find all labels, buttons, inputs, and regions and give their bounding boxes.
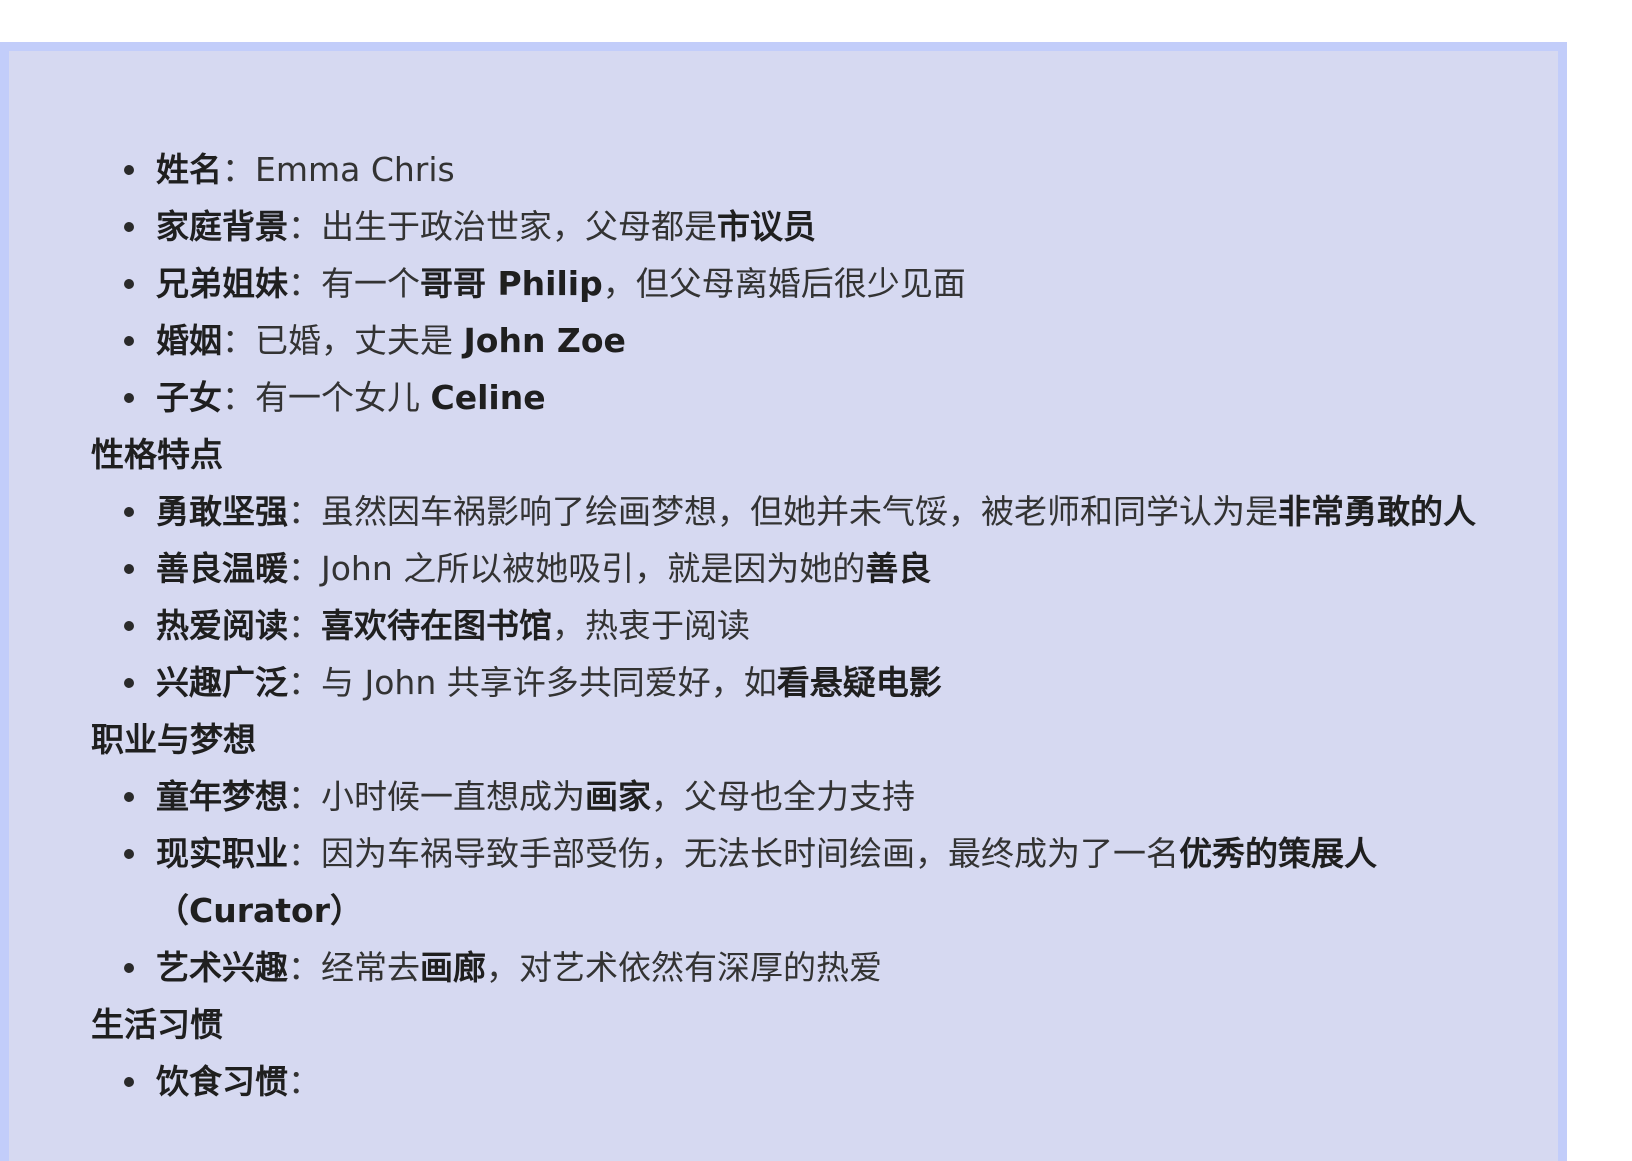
list-item: 善良温暖：John 之所以被她吸引，就是因为她的善良 [91, 540, 1491, 597]
item-emphasis: 喜欢待在图书馆 [321, 606, 552, 645]
item-text: 虽然因车祸影响了绘画梦想，但她并未气馁，被老师和同学认为是 [321, 492, 1278, 531]
list-item: 勇敢坚强：虽然因车祸影响了绘画梦想，但她并未气馁，被老师和同学认为是非常勇敢的人 [91, 483, 1491, 540]
item-label: 子女 [156, 378, 222, 417]
list-item: 婚姻：已婚，丈夫是 John Zoe [91, 312, 1491, 369]
item-label: 姓名 [156, 150, 222, 189]
list-item: 饮食习惯： [91, 1053, 1491, 1110]
item-separator: ： [288, 549, 321, 588]
item-label: 善良温暖 [156, 549, 288, 588]
list-item: 童年梦想：小时候一直想成为画家，父母也全力支持 [91, 768, 1491, 825]
item-separator: ： [288, 264, 321, 303]
item-label: 童年梦想 [156, 777, 288, 816]
list-item: 兴趣广泛：与 John 共享许多共同爱好，如看悬疑电影 [91, 654, 1491, 711]
list-item: 现实职业：因为车祸导致手部受伤，无法长时间绘画，最终成为了一名优秀的策展人（Cu… [91, 825, 1491, 939]
item-separator: ： [288, 663, 321, 702]
item-emphasis: 画廊 [420, 948, 486, 987]
section-list: 童年梦想：小时候一直想成为画家，父母也全力支持 现实职业：因为车祸导致手部受伤，无… [91, 768, 1491, 996]
basic-info-list: 姓名：Emma Chris 家庭背景：出生于政治世家，父母都是市议员 兄弟姐妹：有一… [91, 141, 1491, 426]
item-emphasis: Celine [430, 378, 546, 417]
item-label: 婚姻 [156, 321, 222, 360]
list-item: 热爱阅读：喜欢待在图书馆，热衷于阅读 [91, 597, 1491, 654]
item-text: 因为车祸导致手部受伤，无法长时间绘画，最终成为了一名 [321, 834, 1179, 873]
item-label: 家庭背景 [156, 207, 288, 246]
list-item: 家庭背景：出生于政治世家，父母都是市议员 [91, 198, 1491, 255]
item-separator: ： [222, 378, 255, 417]
list-item: 子女：有一个女儿 Celine [91, 369, 1491, 426]
item-label: 热爱阅读 [156, 606, 288, 645]
item-label: 现实职业 [156, 834, 288, 873]
item-text: 经常去 [321, 948, 420, 987]
list-item: 兄弟姐妹：有一个哥哥 Philip，但父母离婚后很少见面 [91, 255, 1491, 312]
section-heading: 职业与梦想 [91, 720, 256, 759]
item-text: Emma Chris [255, 150, 455, 189]
item-label: 饮食习惯 [156, 1062, 288, 1101]
item-emphasis: 非常勇敢的人 [1278, 492, 1476, 531]
item-separator: ： [288, 777, 321, 816]
item-separator: ： [222, 150, 255, 189]
item-separator: ： [288, 606, 321, 645]
item-text: 已婚，丈夫是 [255, 321, 464, 360]
item-text: 出生于政治世家，父母都是 [321, 207, 717, 246]
item-emphasis: 善良 [865, 549, 932, 588]
item-emphasis: 哥哥 Philip [420, 264, 603, 303]
item-text: ，热衷于阅读 [552, 606, 750, 645]
list-item: 艺术兴趣：经常去画廊，对艺术依然有深厚的热爱 [91, 939, 1491, 996]
item-label: 兄弟姐妹 [156, 264, 288, 303]
item-separator: ： [288, 834, 321, 873]
item-text: ，但父母离婚后很少见面 [602, 264, 966, 303]
item-text: ，对艺术依然有深厚的热爱 [486, 948, 882, 987]
item-separator: ： [288, 1062, 321, 1101]
section-heading: 生活习惯 [91, 1005, 223, 1044]
item-emphasis: 市议员 [717, 207, 816, 246]
section-heading: 性格特点 [91, 435, 223, 474]
item-text: 有一个女儿 [255, 378, 431, 417]
item-text: 小时候一直想成为 [321, 777, 585, 816]
item-separator: ： [288, 207, 321, 246]
item-separator: ： [222, 321, 255, 360]
list-item: 姓名：Emma Chris [91, 141, 1491, 198]
section-list: 勇敢坚强：虽然因车祸影响了绘画梦想，但她并未气馁，被老师和同学认为是非常勇敢的人… [91, 483, 1491, 711]
item-text: ，父母也全力支持 [651, 777, 915, 816]
item-text: 有一个 [321, 264, 420, 303]
section-list: 饮食习惯： [91, 1053, 1491, 1110]
item-separator: ： [288, 492, 321, 531]
item-separator: ： [288, 948, 321, 987]
profile-card: 姓名：Emma Chris 家庭背景：出生于政治世家，父母都是市议员 兄弟姐妹：有一… [0, 42, 1567, 1161]
item-label: 勇敢坚强 [156, 492, 288, 531]
item-text: John 之所以被她吸引，就是因为她的 [321, 549, 866, 588]
item-label: 艺术兴趣 [156, 948, 288, 987]
item-emphasis: 看悬疑电影 [776, 663, 942, 702]
profile-content: 姓名：Emma Chris 家庭背景：出生于政治世家，父母都是市议员 兄弟姐妹：有一… [91, 141, 1491, 1110]
item-emphasis: 画家 [585, 777, 651, 816]
item-emphasis: John Zoe [463, 321, 626, 360]
item-label: 兴趣广泛 [156, 663, 288, 702]
item-text: 与 John 共享许多共同爱好，如 [321, 663, 777, 702]
